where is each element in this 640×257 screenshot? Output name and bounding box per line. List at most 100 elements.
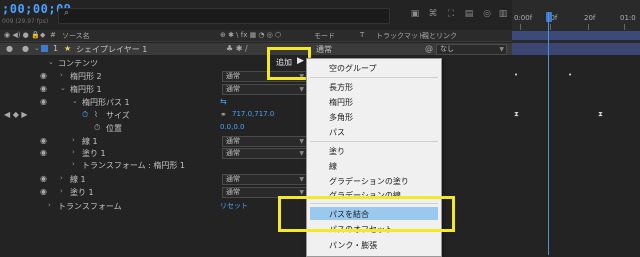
blend-mode-value: 通常 (226, 188, 240, 196)
keyframe-navigator-icon[interactable]: ◀ ◆ ▶ (4, 110, 28, 119)
constrain-proportions-icon[interactable]: ⚭ (220, 110, 227, 119)
keyframe-icon[interactable]: • (568, 71, 572, 79)
property-label: 楕円形 1 (70, 85, 102, 94)
layer-switches[interactable]: ♣ ✱ / (226, 44, 248, 53)
column-mode[interactable]: モード (314, 31, 335, 41)
blend-mode-dropdown[interactable]: 通常 ▼ (222, 84, 307, 95)
property-label: サイズ (106, 111, 130, 120)
blend-mode-value: 通常 (226, 137, 240, 145)
column-source-name[interactable]: ソース名 (62, 31, 90, 41)
layer-switches-icon: ⊕ ✱ \ fx ▦ ◔ ◎ ⬡ (220, 31, 282, 39)
expand-chevron-icon[interactable]: › (72, 136, 75, 144)
property-label: トランスフォーム : 楕円形 1 (82, 161, 186, 170)
property-label: 楕円形パス 1 (82, 98, 130, 107)
composition-mini-flowchart-icon[interactable]: ▣ (410, 10, 420, 19)
chevron-down-icon: ▼ (299, 150, 304, 157)
parent-dropdown[interactable]: なし ▼ (436, 44, 507, 55)
menu-item-polygon[interactable]: 多角形 (329, 112, 353, 123)
blend-mode-value: 通常 (226, 149, 240, 157)
layer-mode-value[interactable]: 通常 (316, 44, 332, 55)
path-direction-icon[interactable]: ⇆ (220, 97, 227, 106)
blend-mode-dropdown[interactable]: 通常 ▼ (222, 174, 307, 185)
reset-link[interactable]: リセット (220, 201, 248, 211)
visibility-eye-icon[interactable]: ◉ (40, 97, 47, 106)
shy-layers-icon[interactable]: ⛶ (446, 10, 456, 19)
expand-chevron-icon[interactable]: ⌄ (34, 44, 40, 52)
expand-chevron-icon[interactable]: ⌄ (48, 58, 54, 66)
menu-item-path[interactable]: パス (329, 127, 345, 138)
property-label: トランスフォーム (58, 202, 122, 211)
menu-item-rectangle[interactable]: 長方形 (329, 82, 353, 93)
expand-chevron-icon[interactable]: › (60, 187, 63, 195)
work-area-bar[interactable] (512, 31, 640, 40)
menu-item-pucker-bloat[interactable]: パンク・膨張 (329, 240, 377, 251)
chevron-down-icon: ▼ (299, 86, 304, 93)
layer-row[interactable]: ● ● ⌄ 1 ★ シェイプレイヤー 1 ♣ ✱ / 通常 @ なし ▼ (0, 43, 512, 55)
visibility-eye-icon[interactable]: ◉ (40, 136, 47, 145)
blend-mode-value: 通常 (226, 85, 240, 93)
property-label: 塗り 1 (82, 149, 106, 158)
draft-3d-icon[interactable]: ⌘ (428, 10, 438, 19)
blend-mode-dropdown[interactable]: 通常 ▼ (222, 148, 307, 159)
parent-pickwhip-icon[interactable]: @ (425, 44, 433, 53)
ruler-label: 20f (584, 14, 596, 22)
column-t[interactable]: T (360, 31, 364, 39)
ruler-label: 0:00f (514, 14, 533, 22)
column-parent-link[interactable]: 親とリンク (422, 31, 457, 41)
menu-separator (310, 77, 438, 78)
menu-item-fill[interactable]: 塗り (329, 146, 345, 157)
visibility-eye-icon[interactable]: ◉ (40, 71, 47, 80)
solo-icon[interactable]: ● (22, 44, 29, 53)
blend-mode-value: 通常 (226, 175, 240, 183)
visibility-eye-icon[interactable]: ◉ (40, 148, 47, 157)
visibility-eye-icon[interactable]: ● (6, 44, 13, 53)
menu-item-ellipse[interactable]: 楕円形 (329, 97, 353, 108)
stopwatch-icon[interactable]: ⏱ (94, 123, 100, 133)
position-value[interactable]: 0.0,0.0 (220, 123, 245, 131)
parent-value: なし (440, 45, 454, 53)
expand-chevron-icon[interactable]: › (72, 160, 75, 168)
column-track-matte[interactable]: トラックマット (376, 31, 425, 41)
playhead-handle[interactable] (546, 12, 552, 22)
search-icon: ⌕ (64, 8, 70, 18)
expand-chevron-icon[interactable]: › (72, 148, 75, 156)
layer-duration-bar[interactable] (512, 43, 640, 55)
menu-item-gradient-fill[interactable]: グラデーションの塗り (329, 176, 409, 187)
expand-chevron-icon[interactable]: › (48, 201, 51, 209)
stopwatch-icon[interactable]: ⏱ (82, 110, 88, 120)
ruler-tick (624, 24, 625, 30)
frame-blending-icon[interactable]: ▤ (464, 10, 474, 19)
ruler-label: 01:0 (620, 14, 636, 22)
graph-editor-icon[interactable]: ▥ (498, 10, 508, 19)
property-label: 塗り 1 (70, 188, 94, 197)
visibility-eye-icon[interactable]: ◉ (40, 84, 47, 93)
layer-number-icon: # (50, 31, 56, 39)
visibility-eye-icon[interactable]: ◉ (40, 187, 47, 196)
ruler-tick (550, 24, 551, 30)
label-color-swatch[interactable] (41, 45, 48, 52)
expand-chevron-icon[interactable]: › (60, 71, 63, 79)
chevron-down-icon: ▼ (499, 46, 504, 53)
layer-name[interactable]: シェイプレイヤー 1 (76, 44, 147, 55)
visibility-eye-icon[interactable]: ◉ (40, 174, 47, 183)
property-label: 位置 (106, 124, 122, 133)
keyframe-icon[interactable]: ⧗ (598, 110, 603, 119)
menu-item-stroke[interactable]: 線 (329, 161, 337, 172)
merge-paths-highlight (278, 196, 455, 232)
layer-search-input[interactable] (58, 8, 390, 24)
keyframe-icon[interactable]: • (514, 71, 518, 79)
layer-number: 1 (53, 44, 59, 53)
expand-chevron-icon[interactable]: ⌄ (60, 84, 66, 92)
graph-icon[interactable]: ⌇ (94, 110, 98, 119)
expand-chevron-icon[interactable]: ⌄ (72, 97, 78, 105)
chevron-down-icon: ▼ (299, 138, 304, 145)
expand-chevron-icon[interactable]: › (60, 174, 63, 182)
blend-mode-dropdown[interactable]: 通常 ▼ (222, 136, 307, 147)
shape-layer-star-icon: ★ (64, 44, 72, 53)
size-value[interactable]: 717.0,717.0 (232, 110, 274, 118)
menu-separator (310, 141, 438, 142)
keyframe-icon[interactable]: ⧗ (514, 110, 519, 119)
motion-blur-icon[interactable]: ◎ (482, 10, 492, 19)
menu-item-empty-group[interactable]: 空のグループ (329, 63, 377, 74)
column-header: ◉ ◀) ● 🔒 ◆ # ソース名 ⊕ ✱ \ fx ▦ ◔ ◎ ⬡ モード T… (0, 30, 512, 42)
